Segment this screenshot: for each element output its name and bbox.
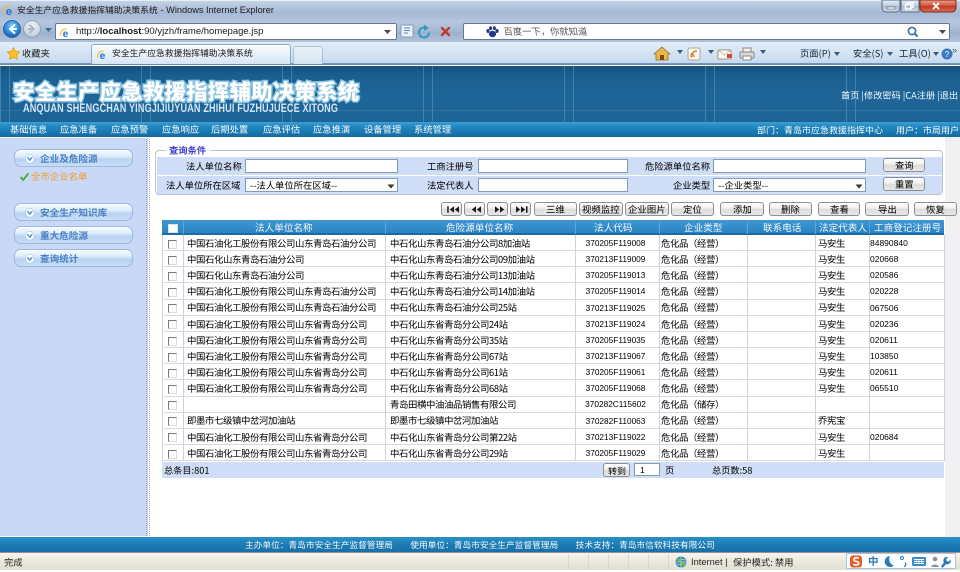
svg-text:?: ? [945,50,950,59]
svg-text:e: e [6,6,12,17]
svg-text:e: e [63,29,69,39]
svg-text:e: e [100,51,106,61]
